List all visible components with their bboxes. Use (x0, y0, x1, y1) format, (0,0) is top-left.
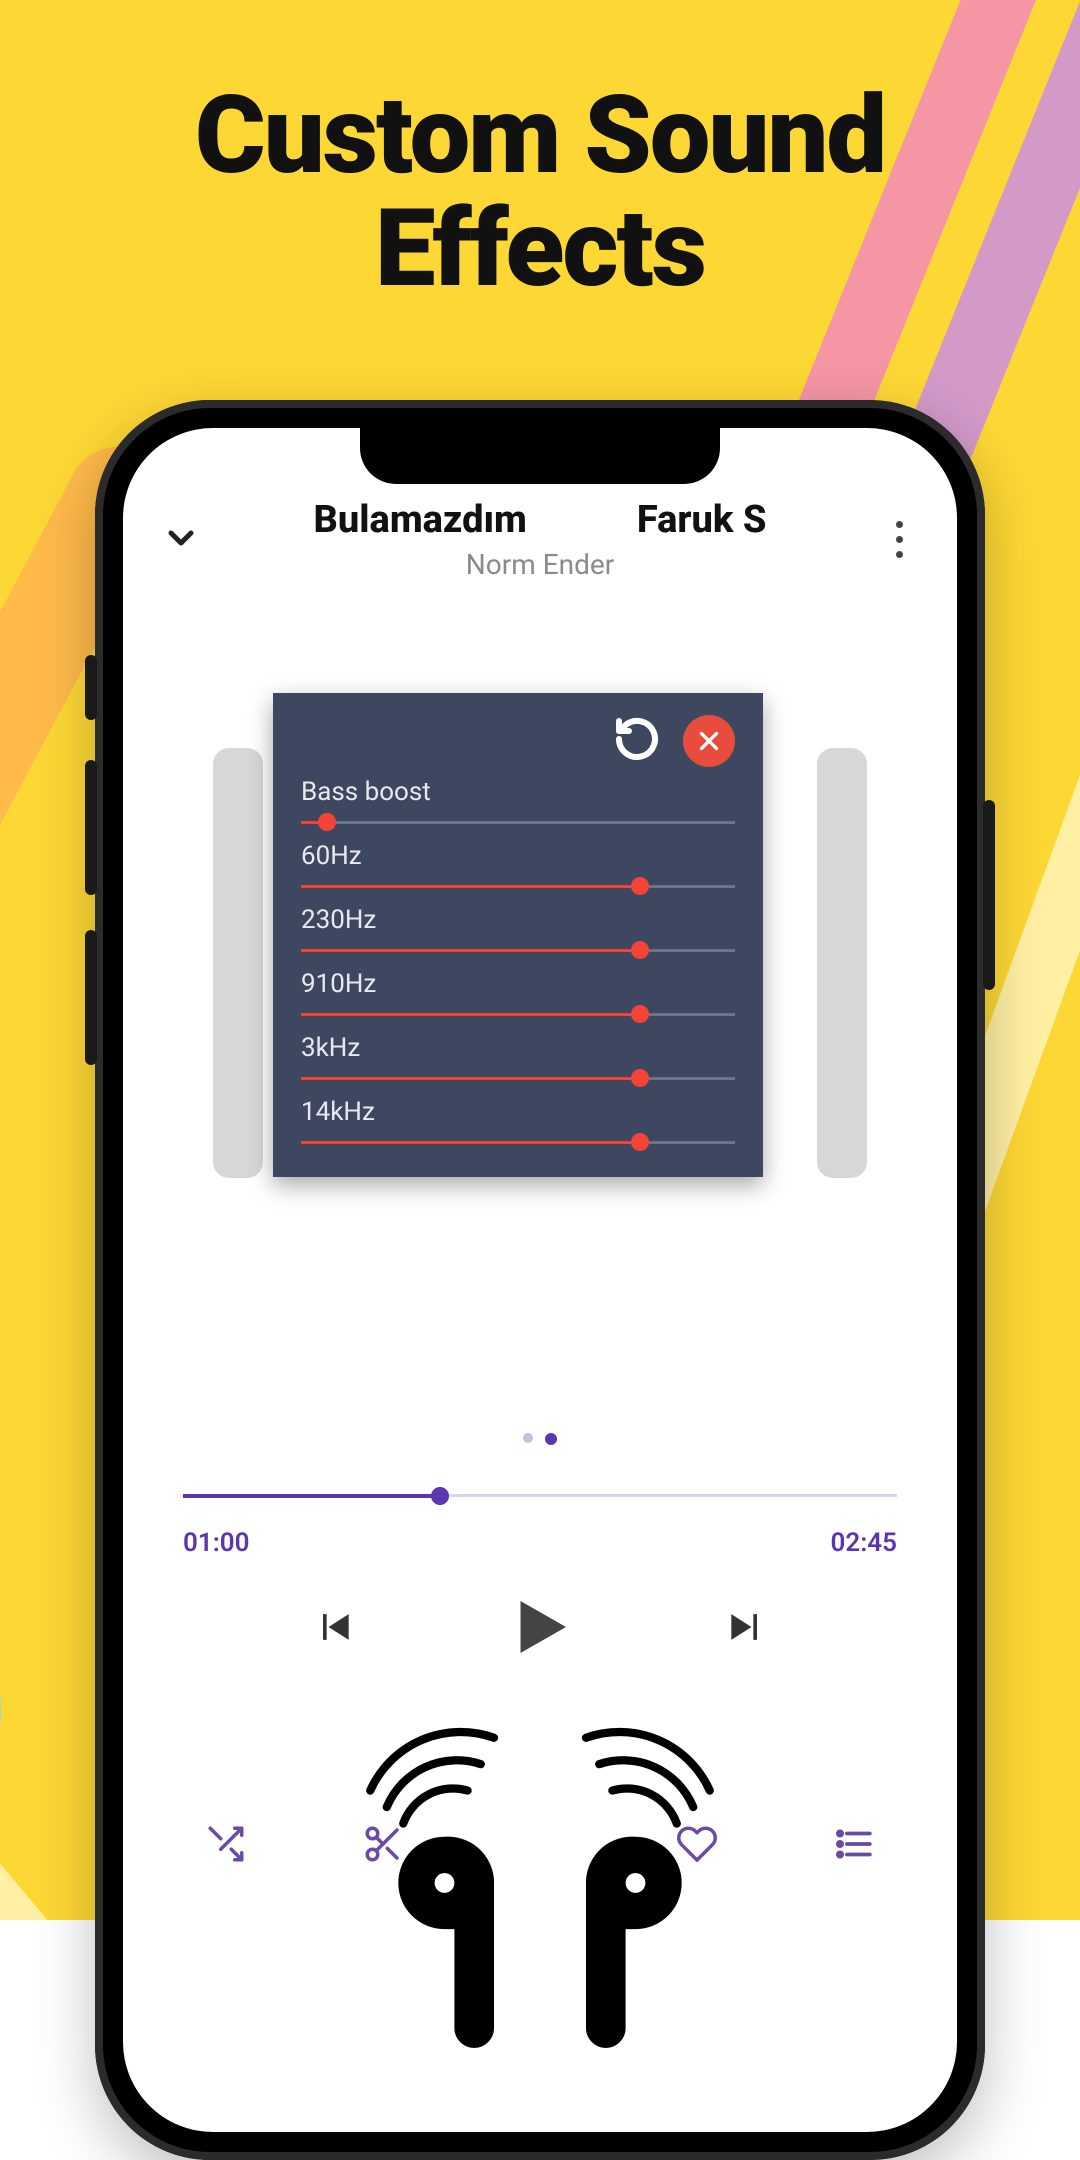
phone-mockup: Bulamazdım Faruk S Norm Ender Bass boost (95, 400, 985, 2160)
phone-notch (360, 428, 720, 484)
shuffle-button[interactable] (205, 1823, 247, 1869)
song-title-marquee: Bulamazdım Faruk S (201, 498, 879, 542)
eq-slider[interactable] (301, 1133, 735, 1151)
song-title-next: Faruk S (637, 498, 767, 542)
eq-slider-row: 230Hz (301, 905, 735, 959)
eq-slider-label: Bass boost (301, 777, 735, 807)
page-dot-active (545, 1433, 557, 1445)
phone-screen: Bulamazdım Faruk S Norm Ender Bass boost (123, 428, 957, 2132)
page-indicator (123, 1433, 957, 1445)
time-elapsed: 01:00 (183, 1528, 250, 1558)
skip-previous-icon (312, 1605, 356, 1649)
song-title-block: Bulamazdım Faruk S Norm Ender (201, 498, 879, 581)
shuffle-icon (205, 1823, 247, 1865)
eq-slider[interactable] (301, 1005, 735, 1023)
phone-side-button (983, 800, 995, 990)
next-button[interactable] (724, 1605, 768, 1653)
equalizer-panel: Bass boost 60Hz 230Hz 910Hz 3kHz (273, 693, 763, 1177)
eq-slider-label: 3kHz (301, 1033, 735, 1063)
phone-side-button (85, 655, 97, 720)
album-art-prev (213, 748, 263, 1178)
reset-icon (613, 715, 661, 763)
eq-slider-label: 910Hz (301, 969, 735, 999)
eq-slider[interactable] (301, 941, 735, 959)
phone-shell: Bulamazdım Faruk S Norm Ender Bass boost (95, 400, 985, 2160)
playback-controls (123, 1588, 957, 1670)
eq-slider-label: 230Hz (301, 905, 735, 935)
earbuds-illustration (350, 1703, 730, 2053)
phone-side-button (85, 930, 97, 1065)
eq-slider-row: 14kHz (301, 1097, 735, 1151)
previous-button[interactable] (312, 1605, 356, 1653)
playlist-button[interactable] (833, 1823, 875, 1869)
eq-slider-label: 60Hz (301, 841, 735, 871)
more-dots-icon (896, 521, 903, 528)
promo-headline-line: Custom Sound (0, 80, 1080, 193)
player-header: Bulamazdım Faruk S Norm Ender (123, 498, 957, 581)
page-dot (523, 1433, 533, 1443)
progress-area: 01:00 02:45 (183, 1488, 897, 1558)
promo-headline-line: Effects (0, 193, 1080, 306)
eq-slider-label: 14kHz (301, 1097, 735, 1127)
close-icon (696, 728, 722, 754)
eq-slider[interactable] (301, 877, 735, 895)
more-menu-button[interactable] (879, 521, 919, 558)
eq-slider-row: 3kHz (301, 1033, 735, 1087)
play-icon (501, 1588, 579, 1666)
play-button[interactable] (501, 1588, 579, 1670)
list-icon (833, 1823, 875, 1865)
progress-slider[interactable] (183, 1488, 897, 1504)
time-total: 02:45 (831, 1528, 898, 1558)
eq-slider[interactable] (301, 813, 735, 831)
eq-slider[interactable] (301, 1069, 735, 1087)
eq-reset-button[interactable] (613, 715, 661, 767)
eq-slider-row: 910Hz (301, 969, 735, 1023)
bg-stripe (0, 1049, 2, 1751)
skip-next-icon (724, 1605, 768, 1649)
earbud-left-icon (362, 1703, 527, 2053)
promo-headline: Custom Sound Effects (0, 80, 1080, 307)
collapse-button[interactable] (161, 518, 201, 562)
chevron-down-icon (161, 518, 201, 558)
more-dots-icon (896, 536, 903, 543)
more-dots-icon (896, 551, 903, 558)
phone-side-button (85, 760, 97, 895)
eq-close-button[interactable] (683, 715, 735, 767)
song-title: Bulamazdım (314, 498, 527, 542)
song-artist: Norm Ender (201, 548, 879, 581)
album-art-next (817, 748, 867, 1178)
eq-slider-row: 60Hz (301, 841, 735, 895)
earbud-right-icon (553, 1703, 718, 2053)
eq-slider-row: Bass boost (301, 777, 735, 831)
